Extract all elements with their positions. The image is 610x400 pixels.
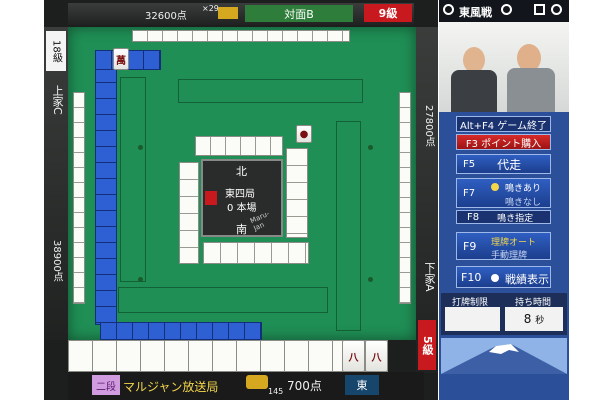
key-f8: F8 [467, 211, 480, 223]
riichi-count: ×29 [202, 4, 219, 13]
round-label: 東四局 [225, 189, 255, 200]
discard-guide [118, 287, 328, 313]
discard-guide [336, 121, 361, 331]
discard-top [195, 136, 283, 156]
player-a-name: 下家A [423, 262, 436, 292]
score-a: 27800点 [423, 105, 434, 147]
discard-tile: ● [296, 125, 312, 143]
score-b: 32600点 [145, 11, 187, 22]
seat-north: 北 [236, 165, 247, 178]
honba-label: 0 本場 [227, 203, 257, 214]
score-c: 38900点 [51, 240, 62, 282]
player-c-name: 上家C [51, 85, 64, 115]
round-info-panel: 北 南 東四局 0 本場 Maru-Jan [201, 159, 283, 237]
auto-sort-label: 理牌オート [491, 238, 537, 248]
table-pin [138, 277, 143, 282]
time-value: 8 [523, 312, 532, 326]
call-select-button[interactable]: F8 鳴き指定 [456, 210, 551, 224]
table-pin [138, 145, 143, 150]
radio-on-icon [491, 183, 499, 191]
calls-off-label: 鳴きなし [505, 198, 542, 208]
time-limit-value: 8 秒 [505, 307, 563, 331]
radio-icon [491, 274, 499, 282]
dora-indicator-tile: 萬 [113, 48, 129, 70]
table-pin [368, 145, 373, 150]
coin-icon [246, 375, 268, 389]
discard-bottom [203, 242, 309, 264]
bottom-wall [100, 322, 262, 340]
player-b-name: 対面B [245, 5, 353, 22]
broadcaster-name: マルジャン放送局 [123, 380, 219, 394]
auto-play-label: 代走 [497, 157, 522, 172]
top-wall [132, 30, 350, 42]
call-select-label: 鳴き指定 [497, 213, 534, 224]
calls-on-label: 鳴きあり [505, 184, 542, 194]
minimize-icon[interactable] [534, 4, 545, 15]
hand-tile-manzu[interactable]: 八 [342, 340, 365, 372]
commentator-body [451, 70, 497, 112]
time-unit: 秒 [535, 315, 545, 326]
left-wall [95, 50, 117, 325]
stats-button[interactable]: F10 戦績表示 [456, 266, 551, 288]
mount-fuji-image [441, 338, 567, 374]
top-player-bar [68, 3, 414, 25]
sort-toggle-button[interactable]: F9 理牌オート 手動理牌 [456, 232, 551, 261]
commentator-body [507, 68, 555, 112]
key-f9: F9 [463, 239, 477, 253]
key-f5: F5 [463, 158, 476, 170]
commentator-video [439, 22, 569, 112]
discard-limit-value [445, 307, 500, 331]
dealer-marker-icon [205, 191, 217, 205]
left-player-bar [44, 27, 68, 340]
table-pin [368, 277, 373, 282]
game-mode-title: 東風戦 [459, 6, 492, 19]
auto-play-button[interactable]: F5 代走 [456, 154, 551, 174]
right-wall [399, 92, 411, 304]
seat-south: 南 [236, 223, 247, 236]
call-toggle-button[interactable]: F7 鳴きあり 鳴きなし [456, 178, 551, 208]
buy-points-button[interactable]: F3 ポイント購入 [456, 134, 551, 150]
player-score: 700点 [287, 379, 322, 393]
quit-game-button[interactable]: Alt+F4 ゲーム終了 [456, 116, 551, 132]
manual-sort-label: 手動理牌 [491, 251, 528, 261]
rank-c: 18級 [46, 31, 66, 71]
info-icon[interactable] [501, 4, 512, 15]
key-f7: F7 [463, 187, 476, 199]
key-f10: F10 [461, 270, 482, 284]
rank-b: 9級 [364, 4, 412, 22]
discard-guide [178, 79, 363, 103]
riichi-stick-icon [218, 7, 238, 19]
player-rank: 二段 [92, 375, 120, 395]
discard-left [179, 162, 199, 264]
coin-count: 145 [268, 387, 284, 396]
panel-header: 東風戦 [439, 0, 569, 22]
rank-a: 5級 [418, 320, 436, 370]
left-hand-wall [73, 92, 85, 304]
discard-guide [120, 77, 146, 282]
settings-icon[interactable] [443, 4, 454, 15]
stats-label: 戦績表示 [505, 273, 549, 286]
close-icon[interactable] [551, 4, 562, 15]
seat-wind: 東 [345, 375, 379, 395]
player-hand[interactable] [68, 340, 388, 372]
hand-tile-manzu[interactable]: 八 [365, 340, 388, 372]
discard-right [286, 148, 308, 238]
